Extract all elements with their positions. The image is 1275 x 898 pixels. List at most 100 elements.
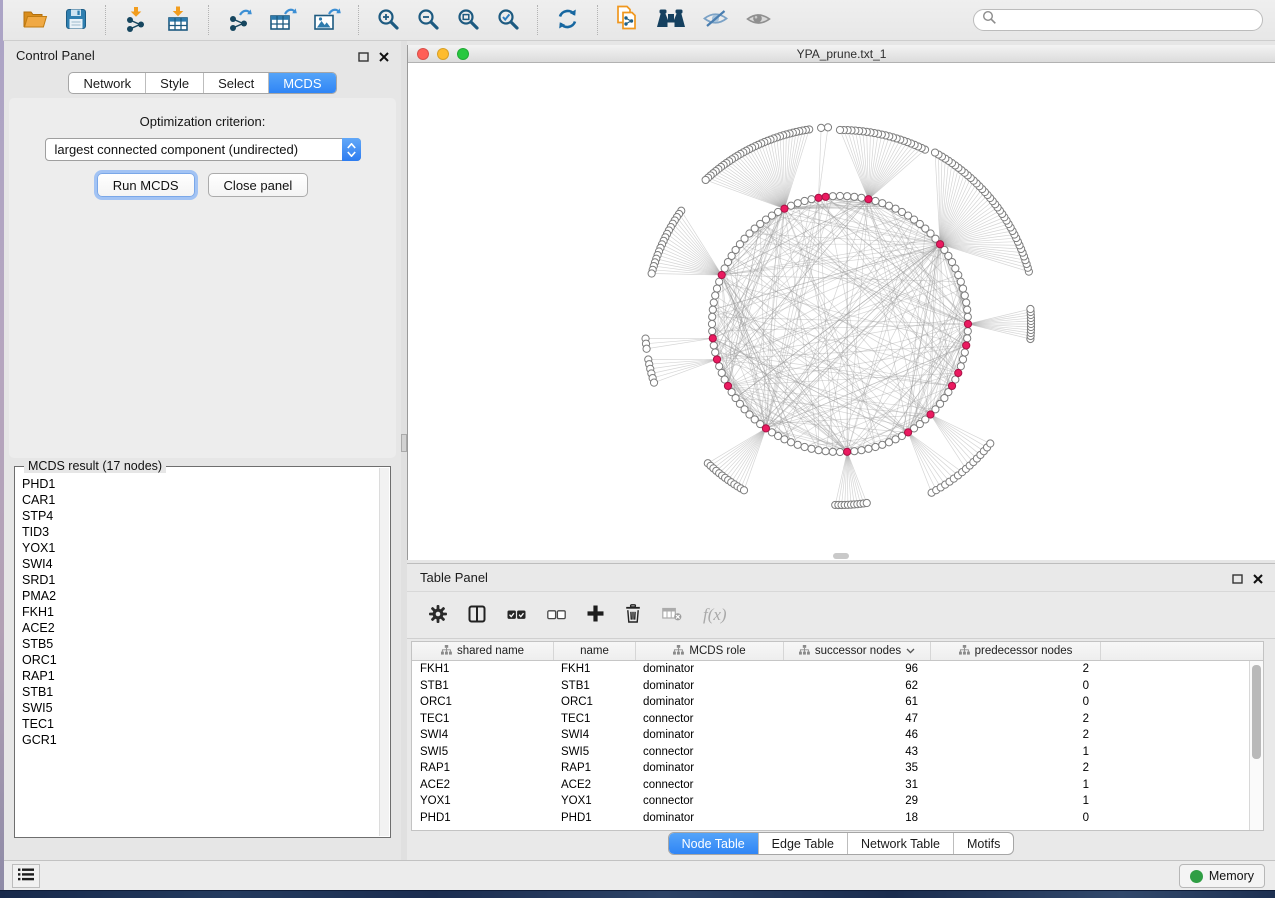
window-close-button[interactable] [417, 48, 429, 60]
hide-selected-button[interactable] [694, 6, 737, 34]
zoom-out-button[interactable] [408, 5, 448, 36]
run-mcds-button[interactable]: Run MCDS [97, 173, 195, 197]
float-panel-icon[interactable] [358, 49, 369, 67]
tab-select[interactable]: Select [204, 73, 269, 93]
mcds-list-scrollbar[interactable] [379, 468, 389, 836]
zoom-in-button[interactable] [368, 5, 408, 36]
mcds-result-list[interactable]: PHD1CAR1STP4TID3YOX1SWI4SRD1PMA2FKH1ACE2… [16, 476, 378, 836]
table-row[interactable]: ACE2ACE2connector311 [412, 777, 1249, 794]
open-file-button[interactable] [13, 5, 56, 36]
close-panel-icon[interactable] [1253, 571, 1263, 589]
criterion-dropdown[interactable]: largest connected component (undirected) [45, 138, 361, 161]
table-row[interactable]: TEC1TEC1connector472 [412, 711, 1249, 728]
table-row[interactable]: SWI4SWI4dominator462 [412, 727, 1249, 744]
column-header-successor-nodes[interactable]: successor nodes [784, 642, 931, 660]
mcds-result-item[interactable]: ACE2 [22, 620, 378, 636]
export-image-button[interactable] [305, 4, 349, 37]
mcds-result-item[interactable]: YOX1 [22, 540, 378, 556]
mcds-result-item[interactable]: TID3 [22, 524, 378, 540]
column-header-predecessor-nodes[interactable]: predecessor nodes [931, 642, 1101, 660]
table-row[interactable]: ORC1ORC1dominator610 [412, 694, 1249, 711]
clear-all-checks-button[interactable] [547, 608, 566, 623]
search-box[interactable] [973, 9, 1263, 31]
eye-slash-icon [702, 8, 729, 32]
mcds-result-item[interactable]: GCR1 [22, 732, 378, 748]
tab-network-table[interactable]: Network Table [848, 833, 954, 854]
desktop-wallpaper-bottom [0, 890, 1275, 898]
mcds-result-item[interactable]: CAR1 [22, 492, 378, 508]
table-cell: 2 [931, 663, 1101, 675]
show-columns-button[interactable] [468, 605, 486, 626]
control-panel: Control Panel Network Style Select MCDS … [4, 41, 401, 860]
mcds-result-item[interactable]: TEC1 [22, 716, 378, 732]
table-row[interactable]: PHD1PHD1dominator180 [412, 810, 1249, 827]
zoom-selected-button[interactable] [488, 5, 528, 36]
export-table-button[interactable] [261, 4, 305, 37]
network-window-titlebar[interactable]: YPA_prune.txt_1 [408, 45, 1275, 63]
mcds-result-item[interactable]: SWI5 [22, 700, 378, 716]
export-network-icon [226, 6, 253, 35]
mcds-result-item[interactable]: STB5 [22, 636, 378, 652]
close-panel-icon[interactable] [379, 49, 389, 67]
tab-network[interactable]: Network [69, 73, 146, 93]
table-cell: 1 [931, 795, 1101, 807]
add-column-button[interactable] [587, 605, 604, 625]
column-header-MCDS-role[interactable]: MCDS role [636, 642, 784, 660]
memory-button[interactable]: Memory [1179, 864, 1265, 888]
zoom-fit-button[interactable] [448, 5, 488, 36]
save-session-button[interactable] [56, 5, 96, 36]
float-panel-icon[interactable] [1232, 571, 1243, 589]
export-network-button[interactable] [218, 4, 261, 37]
window-minimize-button[interactable] [437, 48, 449, 60]
search-input[interactable] [1002, 13, 1254, 27]
table-row[interactable]: STB1STB1dominator620 [412, 678, 1249, 695]
tab-node-table[interactable]: Node Table [669, 833, 759, 854]
mcds-result-item[interactable]: RAP1 [22, 668, 378, 684]
network-graph[interactable] [408, 63, 1275, 560]
tab-motifs[interactable]: Motifs [954, 833, 1013, 854]
column-header-shared-name[interactable]: shared name [412, 642, 554, 660]
table-scrollbar-thumb[interactable] [1252, 665, 1261, 759]
window-maximize-button[interactable] [457, 48, 469, 60]
delete-column-button[interactable] [625, 604, 641, 626]
table-cell: 2 [931, 713, 1101, 725]
network-hscrollbar-thumb[interactable] [833, 553, 849, 559]
table-options-button[interactable] [429, 605, 447, 626]
mcds-result-item[interactable]: SRD1 [22, 572, 378, 588]
mcds-result-item[interactable]: PMA2 [22, 588, 378, 604]
apply-layout-button[interactable] [547, 5, 588, 36]
mcds-result-item[interactable]: FKH1 [22, 604, 378, 620]
task-history-button[interactable] [12, 864, 40, 888]
tab-style[interactable]: Style [146, 73, 204, 93]
criterion-selected-value: largest connected component (undirected) [46, 142, 342, 157]
table-row[interactable]: FKH1FKH1dominator962 [412, 661, 1249, 678]
table-panel-tabs: Node Table Edge Table Network Table Moti… [668, 832, 1015, 855]
export-image-icon [313, 6, 341, 35]
mcds-result-group: MCDS result (17 nodes) PHD1CAR1STP4TID3Y… [14, 466, 391, 838]
function-builder-button[interactable]: f(x) [703, 605, 727, 625]
mcds-result-item[interactable]: SWI4 [22, 556, 378, 572]
close-panel-button[interactable]: Close panel [208, 173, 309, 197]
table-scrollbar[interactable] [1249, 661, 1263, 830]
mcds-result-item[interactable]: ORC1 [22, 652, 378, 668]
table-row[interactable]: SWI5SWI5connector431 [412, 744, 1249, 761]
tab-mcds[interactable]: MCDS [269, 73, 335, 93]
tab-edge-table[interactable]: Edge Table [759, 833, 848, 854]
mcds-result-item[interactable]: STB1 [22, 684, 378, 700]
optimization-criterion-label: Optimization criterion: [9, 114, 396, 129]
table-row[interactable]: YOX1YOX1connector291 [412, 793, 1249, 810]
select-all-checks-button[interactable] [507, 608, 526, 623]
network-from-selection-button[interactable] [607, 3, 648, 37]
mcds-result-item[interactable]: PHD1 [22, 476, 378, 492]
show-all-button[interactable] [737, 7, 780, 34]
first-neighbors-button[interactable] [648, 6, 694, 35]
table-row[interactable]: RAP1RAP1dominator352 [412, 760, 1249, 777]
delete-table-icon [662, 607, 682, 624]
column-header-name[interactable]: name [554, 642, 636, 660]
import-network-button[interactable] [115, 4, 157, 37]
delete-table-button[interactable] [662, 607, 682, 624]
mcds-result-item[interactable]: STP4 [22, 508, 378, 524]
network-canvas[interactable] [408, 63, 1275, 560]
import-table-button[interactable] [157, 4, 199, 37]
status-bar: Memory [4, 860, 1275, 890]
